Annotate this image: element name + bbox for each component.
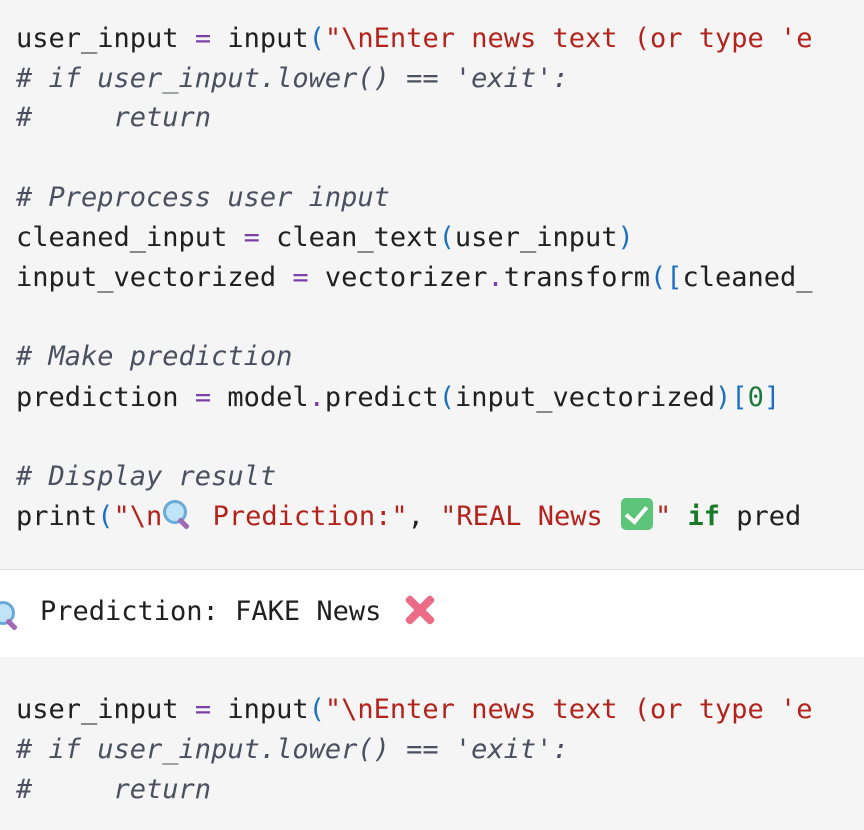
magnifier-icon	[0, 600, 20, 631]
code-line-2: # if user_input.lower() == 'exit':	[16, 734, 569, 765]
code-cell-2[interactable]: user_input = input("\nEnter news text (o…	[0, 657, 864, 830]
check-mark-icon	[620, 498, 653, 530]
magnifier-icon	[162, 499, 192, 530]
code-cell-1[interactable]: user_input = input("\nEnter news text (o…	[0, 0, 864, 569]
cell-output: Prediction: FAKE News	[0, 569, 864, 658]
code-line-2: # if user_input.lower() == 'exit':	[16, 63, 569, 94]
code-line-1: user_input = input("\nEnter news text (o…	[16, 694, 813, 725]
code-line-9: # Make prediction	[16, 341, 293, 372]
code-line-5: # Preprocess user input	[16, 182, 390, 213]
code-line-6: cleaned_input = clean_text(user_input)	[16, 222, 634, 253]
code-line-10: prediction = model.predict(input_vectori…	[16, 382, 781, 413]
code-line-7: input_vectorized = vectorizer.transform(…	[16, 262, 813, 293]
cross-mark-icon	[404, 594, 434, 624]
code-line-13: print("\n Prediction:", "REAL News " if …	[16, 497, 801, 537]
code-line-3: # return	[16, 102, 212, 133]
code-line-3: # return	[16, 774, 212, 805]
output-text: Prediction: FAKE News	[40, 592, 434, 632]
code-line-12: # Display result	[16, 461, 277, 492]
code-line-1: user_input = input("\nEnter news text (o…	[16, 23, 813, 54]
